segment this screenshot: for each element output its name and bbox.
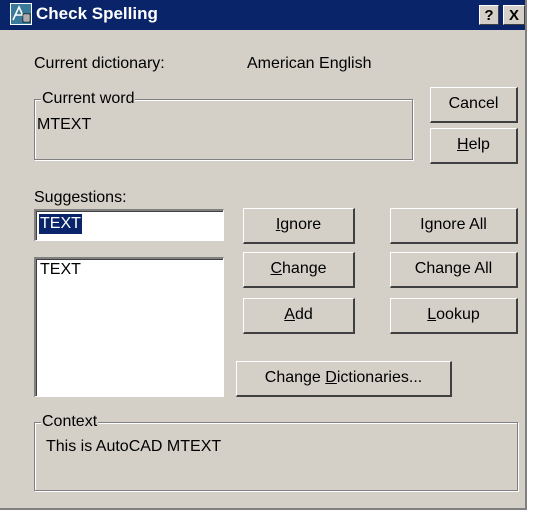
change-dictionaries-button-text-pre: Change xyxy=(264,369,326,386)
current-word-value: MTEXT xyxy=(37,116,92,133)
close-button[interactable]: X xyxy=(503,5,525,25)
change-dictionaries-button-accesskey: D xyxy=(325,369,337,386)
suggestion-input[interactable]: TEXT xyxy=(34,209,224,241)
change-button-text-post: hange xyxy=(282,260,327,277)
current-word-legend: Current word xyxy=(41,90,136,108)
suggestions-label: Suggestions: xyxy=(34,189,127,206)
change-button-accesskey: C xyxy=(270,260,283,277)
lookup-button[interactable]: Lookup xyxy=(390,298,518,334)
ignore-all-button-text-post: nore All xyxy=(433,216,487,233)
suggestions-list[interactable]: TEXT xyxy=(34,257,224,397)
change-dictionaries-button-text-post: ictionaries... xyxy=(336,369,423,386)
ignore-button-text-post: gnore xyxy=(280,216,322,233)
context-legend: Context xyxy=(41,413,99,431)
autocad-app-icon xyxy=(10,3,32,25)
lookup-button-text-post: ookup xyxy=(436,306,480,323)
list-item[interactable]: TEXT xyxy=(40,261,81,279)
add-button-accesskey: A xyxy=(284,306,295,323)
add-button-text-post: dd xyxy=(294,306,313,323)
current-dictionary-value: American English xyxy=(247,55,372,72)
change-all-button-text-pre: Chan xyxy=(414,260,454,277)
add-button[interactable]: Add xyxy=(243,298,355,334)
help-button-text-post: elp xyxy=(468,136,490,153)
ignore-all-button[interactable]: Ignore All xyxy=(390,208,518,244)
ignore-button[interactable]: Ignore xyxy=(243,208,355,244)
current-dictionary-label: Current dictionary: xyxy=(34,55,165,72)
suggestion-input-value: TEXT xyxy=(39,214,82,234)
change-dictionaries-button[interactable]: Change Dictionaries... xyxy=(236,361,452,397)
check-spelling-dialog: Check Spelling ? X Current dictionary: A… xyxy=(0,0,527,510)
title-bar[interactable]: Check Spelling ? X xyxy=(0,0,525,30)
help-button[interactable]: Help xyxy=(430,128,518,164)
help-question-button[interactable]: ? xyxy=(479,5,499,25)
change-all-button[interactable]: Change All xyxy=(390,252,518,288)
change-all-button-accesskey: g xyxy=(453,260,462,277)
change-button[interactable]: Change xyxy=(243,252,355,288)
current-word-group: Current word MTEXT xyxy=(34,90,413,160)
help-button-accesskey: H xyxy=(457,136,469,153)
window-title: Check Spelling xyxy=(36,4,158,23)
context-group: Context This is AutoCAD MTEXT xyxy=(34,413,518,491)
lookup-button-accesskey: L xyxy=(427,306,437,323)
cancel-button[interactable]: Cancel xyxy=(430,87,518,123)
change-all-button-text-post: e All xyxy=(461,260,493,277)
context-text: This is AutoCAD MTEXT xyxy=(46,438,222,455)
